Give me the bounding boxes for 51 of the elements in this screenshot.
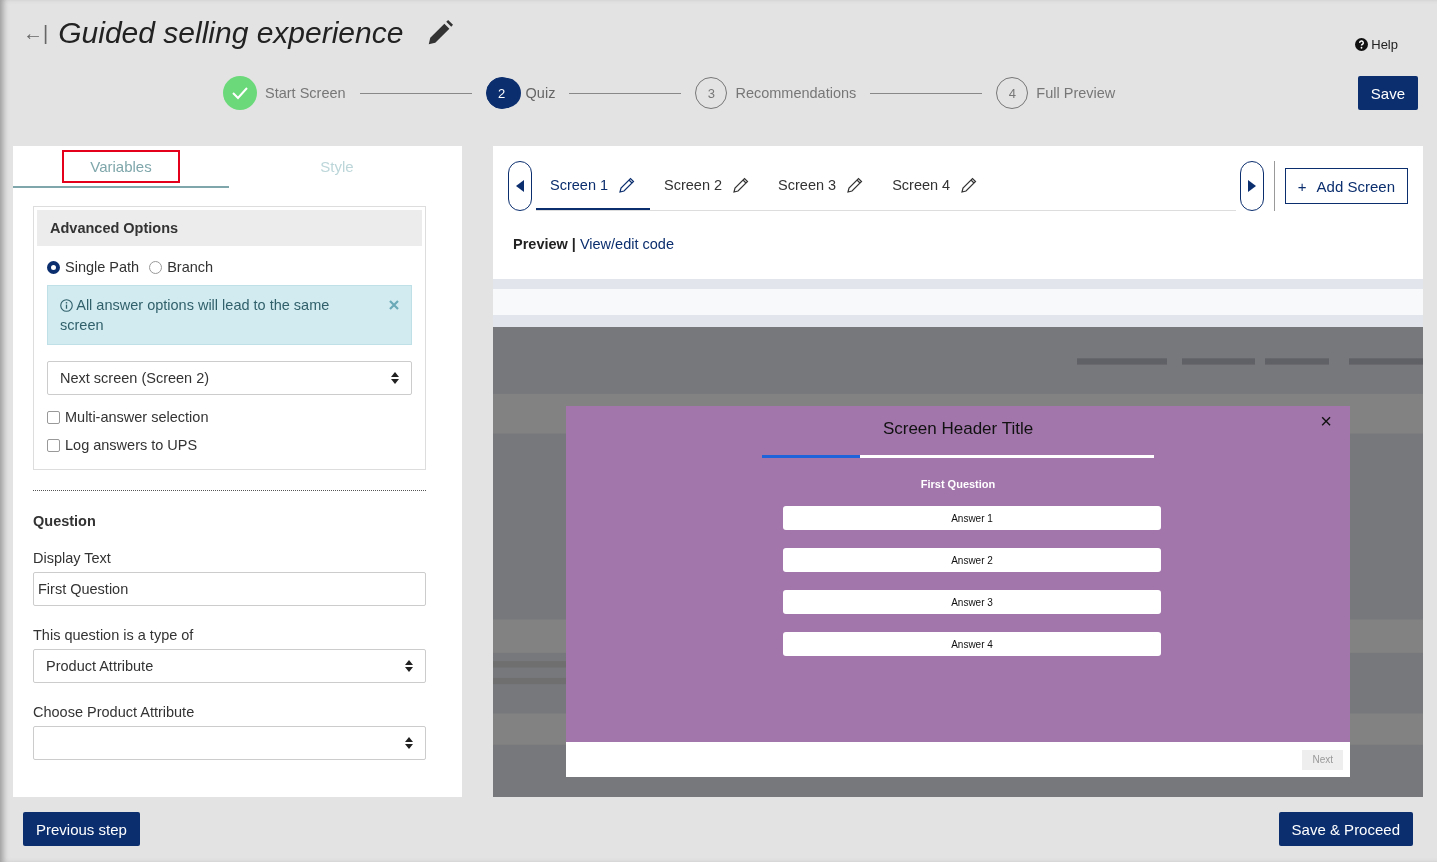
checkbox-option[interactable]: Multi-answer selection bbox=[47, 409, 412, 425]
screen-tab[interactable]: Screen 2 bbox=[650, 161, 765, 210]
sort-icon bbox=[391, 372, 399, 384]
answer-button[interactable]: Answer 4 bbox=[783, 632, 1161, 656]
previous-step-button[interactable]: Previous step bbox=[23, 812, 140, 846]
step-number: 2 bbox=[485, 77, 518, 109]
step-item[interactable]: Start Screen bbox=[223, 76, 346, 110]
caret-right-icon bbox=[1247, 180, 1256, 192]
close-button[interactable]: × bbox=[1320, 410, 1332, 433]
answer-button[interactable]: Answer 3 bbox=[783, 590, 1161, 614]
sort-icon bbox=[405, 737, 413, 749]
section-title: Question bbox=[33, 513, 97, 529]
field-label: Choose Product Attribute bbox=[33, 704, 196, 720]
radio-option[interactable]: Branch bbox=[149, 259, 214, 275]
screen-tab[interactable]: Screen 4 bbox=[878, 161, 993, 210]
screen-tab[interactable]: Screen 1 bbox=[536, 161, 651, 210]
step-item[interactable]: 2 Quiz bbox=[485, 77, 556, 109]
info-icon bbox=[60, 299, 73, 312]
caret-left-icon bbox=[516, 180, 524, 192]
add-screen-button[interactable]: + Add Screen bbox=[1284, 168, 1408, 204]
field-label: This question is a type of bbox=[33, 627, 195, 643]
modal-title: Screen Header Title bbox=[882, 419, 1034, 439]
save-proceed-button[interactable]: Save & Proceed bbox=[1278, 812, 1413, 846]
pencil-icon bbox=[960, 175, 979, 194]
answer-button[interactable]: Answer 1 bbox=[783, 506, 1161, 530]
radio-option[interactable]: Single Path bbox=[47, 259, 140, 275]
display-text-field[interactable]: First Question bbox=[33, 572, 426, 606]
checkbox-option[interactable]: Log answers to UPS bbox=[47, 437, 412, 453]
edit-code-link[interactable]: View/edit code bbox=[579, 236, 674, 252]
field-label: Display Text bbox=[33, 550, 112, 566]
sort-icon bbox=[405, 660, 413, 672]
scroll-right-button[interactable] bbox=[1239, 161, 1264, 211]
scroll-left-button[interactable] bbox=[508, 161, 532, 211]
question-text: First Question bbox=[920, 478, 996, 490]
pencil-icon bbox=[618, 175, 637, 194]
help-icon bbox=[1355, 38, 1369, 51]
step-item[interactable]: 3 Recommendations bbox=[695, 77, 857, 109]
card-title: Advanced Options bbox=[37, 210, 422, 246]
screen-tab[interactable]: Screen 3 bbox=[764, 161, 879, 210]
save-button[interactable]: Save bbox=[1357, 76, 1418, 110]
next-screen-select[interactable]: Next screen (Screen 2) bbox=[47, 361, 412, 395]
step-item[interactable]: 4 Full Preview bbox=[996, 77, 1116, 109]
back-button[interactable]: ←| bbox=[23, 21, 49, 45]
pencil-icon bbox=[732, 175, 751, 194]
page-title: Guided selling experience bbox=[58, 16, 404, 50]
info-message: All answer options will lead to the same screen bbox=[60, 296, 331, 335]
answer-button[interactable]: Answer 2 bbox=[783, 548, 1161, 572]
help-link[interactable]: Help bbox=[1355, 37, 1398, 52]
preview-label: Preview | bbox=[513, 236, 576, 252]
pencil-icon bbox=[846, 175, 865, 194]
question-type-select[interactable]: Product Attribute bbox=[33, 649, 426, 683]
